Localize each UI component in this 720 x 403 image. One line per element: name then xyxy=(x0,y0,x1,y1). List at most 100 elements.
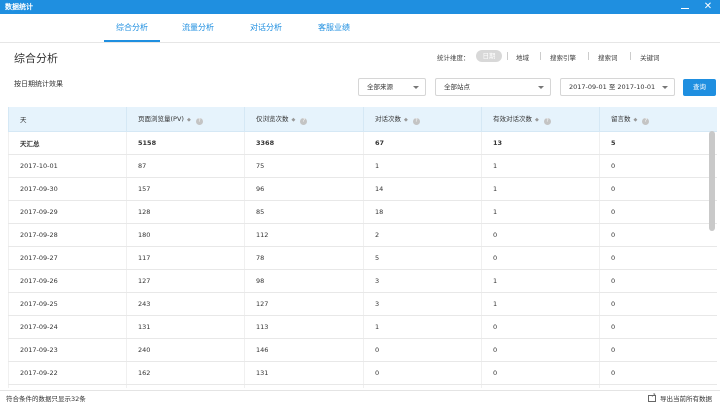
query-button[interactable]: 查询 xyxy=(683,79,716,96)
minimize-icon[interactable] xyxy=(680,3,690,11)
table-cell: 0 xyxy=(481,361,600,385)
export-label: 导出当前所有数据 xyxy=(660,395,712,403)
column-header-label: 有效对话次数 xyxy=(493,114,532,123)
table-header-row: 天页面浏览量(PV) ◆? 仅浏览次数 ◆? 对话次数 ◆? 有效对话次数 ◆? 留言数 ◆? xyxy=(8,107,717,132)
table-cell: 131 xyxy=(126,315,245,339)
table-cell: 5 xyxy=(599,131,717,155)
help-icon[interactable]: ? xyxy=(642,117,650,125)
divider xyxy=(540,52,541,60)
table-cell: 0 xyxy=(599,223,717,247)
table-cell: 1 xyxy=(363,315,482,339)
table-cell xyxy=(363,384,482,388)
table-cell: 2017-09-24 xyxy=(8,315,127,339)
table-cell: 78 xyxy=(244,246,364,270)
export-all-link[interactable]: 导出当前所有数据 xyxy=(648,392,712,403)
column-header[interactable]: 留言数 ◆? xyxy=(599,107,717,132)
table-cell: 2017-09-29 xyxy=(8,200,127,224)
table-cell: 1 xyxy=(481,177,600,201)
tab-overview[interactable]: 综合分析 xyxy=(104,14,160,42)
column-header[interactable]: 对话次数 ◆? xyxy=(363,107,482,132)
help-icon[interactable]: ? xyxy=(412,117,420,125)
sort-icon[interactable]: ◆ xyxy=(634,117,638,123)
help-icon[interactable]: ? xyxy=(300,117,308,125)
divider xyxy=(507,52,508,60)
table-cell: 0 xyxy=(481,338,600,362)
table-cell: 0 xyxy=(599,154,717,178)
table-cell: 0 xyxy=(599,269,717,293)
result-count-text: 符合条件的数据只显示32条 xyxy=(6,395,86,403)
table-cell xyxy=(481,384,600,388)
tab-conversation[interactable]: 对话分析 xyxy=(238,14,294,42)
table-cell: 2017-09-26 xyxy=(8,269,127,293)
table-cell: 13 xyxy=(481,131,600,155)
table-cell: 2017-09-27 xyxy=(8,246,127,270)
table-row: 2017-09-26 127 98 3 1 0 xyxy=(8,269,717,293)
table-cell: 2017-09-30 xyxy=(8,177,127,201)
table-total-row: 天汇总 5158 3368 67 13 5 xyxy=(8,131,717,155)
table-cell: 0 xyxy=(599,177,717,201)
tab-agent-performance[interactable]: 客服业绩 xyxy=(306,14,362,42)
table-cell: 14 xyxy=(363,177,482,201)
sort-icon[interactable]: ◆ xyxy=(404,117,408,123)
section-subtitle: 按日期统计效果 xyxy=(14,80,63,88)
table-row: 2017-09-25 243 127 3 1 0 xyxy=(8,292,717,316)
column-header[interactable]: 有效对话次数 ◆? xyxy=(481,107,600,132)
table-cell: 113 xyxy=(244,315,364,339)
table-cell: 0 xyxy=(599,361,717,385)
table-cell: 2017-09-23 xyxy=(8,338,127,362)
table-cell: 240 xyxy=(126,338,245,362)
tab-traffic[interactable]: 流量分析 xyxy=(170,14,226,42)
dimension-option-keyword[interactable]: 关键词 xyxy=(640,52,660,62)
table-cell: 0 xyxy=(363,338,482,362)
help-icon[interactable]: ? xyxy=(195,117,203,125)
table-cell: 2017-09-28 xyxy=(8,223,127,247)
table-cell: 5 xyxy=(363,246,482,270)
column-header: 天 xyxy=(8,107,127,132)
table-cell: 180 xyxy=(126,223,245,247)
table-cell: 131 xyxy=(244,361,364,385)
table-row: 2017-09-30 157 96 14 1 0 xyxy=(8,177,717,201)
column-header-label: 仅浏览次数 xyxy=(256,114,289,123)
table-cell: 85 xyxy=(244,200,364,224)
stats-table: 天页面浏览量(PV) ◆? 仅浏览次数 ◆? 对话次数 ◆? 有效对话次数 ◆? 留言数 ◆? 天… xyxy=(8,107,717,388)
table-cell: 117 xyxy=(126,246,245,270)
table-cell: 96 xyxy=(244,177,364,201)
table-cell: 2017-09-22 xyxy=(8,361,127,385)
dimension-option-date[interactable]: 日期 xyxy=(476,50,502,62)
divider xyxy=(630,52,631,60)
table-cell: 2017-10-01 xyxy=(8,154,127,178)
table-cell: 157 xyxy=(126,177,245,201)
source-select[interactable]: 全部来源 xyxy=(358,78,426,96)
table-cell: 87 xyxy=(126,154,245,178)
table-cell: 1 xyxy=(363,154,482,178)
table-cell: 243 xyxy=(126,292,245,316)
table-row: 2017-09-24 131 113 1 0 0 xyxy=(8,315,717,339)
chevron-down-icon xyxy=(413,86,419,89)
table-cell: 0 xyxy=(481,246,600,270)
column-header-label: 天 xyxy=(20,115,27,124)
sort-icon[interactable]: ◆ xyxy=(187,117,191,123)
close-icon[interactable]: ✕ xyxy=(702,1,714,13)
table-cell: 1 xyxy=(481,154,600,178)
table-row: 2017-09-23 240 146 0 0 0 xyxy=(8,338,717,362)
sort-icon[interactable]: ◆ xyxy=(535,117,539,123)
column-header[interactable]: 仅浏览次数 ◆? xyxy=(244,107,364,132)
table-body: 天汇总 5158 3368 67 13 5 2017-10-01 87 75 1 1 0 2017-09… xyxy=(8,131,717,388)
table-scrollbar[interactable] xyxy=(709,131,715,388)
site-select[interactable]: 全部站点 xyxy=(435,78,551,96)
stats-table-container: 天页面浏览量(PV) ◆? 仅浏览次数 ◆? 对话次数 ◆? 有效对话次数 ◆? 留言数 ◆? 天… xyxy=(8,107,717,388)
sort-icon[interactable]: ◆ xyxy=(292,117,296,123)
dimension-option-search-engine[interactable]: 搜索引擎 xyxy=(550,52,576,62)
column-header[interactable]: 页面浏览量(PV) ◆? xyxy=(126,107,245,132)
table-cell: 0 xyxy=(599,338,717,362)
page-title: 综合分析 xyxy=(14,52,58,65)
scrollbar-thumb[interactable] xyxy=(709,131,715,231)
table-cell xyxy=(599,384,717,388)
help-icon[interactable]: ? xyxy=(543,117,551,125)
dimension-option-region[interactable]: 地域 xyxy=(516,52,529,62)
table-cell: 0 xyxy=(599,292,717,316)
table-row xyxy=(8,384,717,388)
dimension-option-search-term[interactable]: 搜索词 xyxy=(598,52,618,62)
title-bar: 数据统计 ✕ xyxy=(0,0,720,14)
date-range-select[interactable]: 2017-09-01 至 2017-10-01 xyxy=(560,78,675,96)
